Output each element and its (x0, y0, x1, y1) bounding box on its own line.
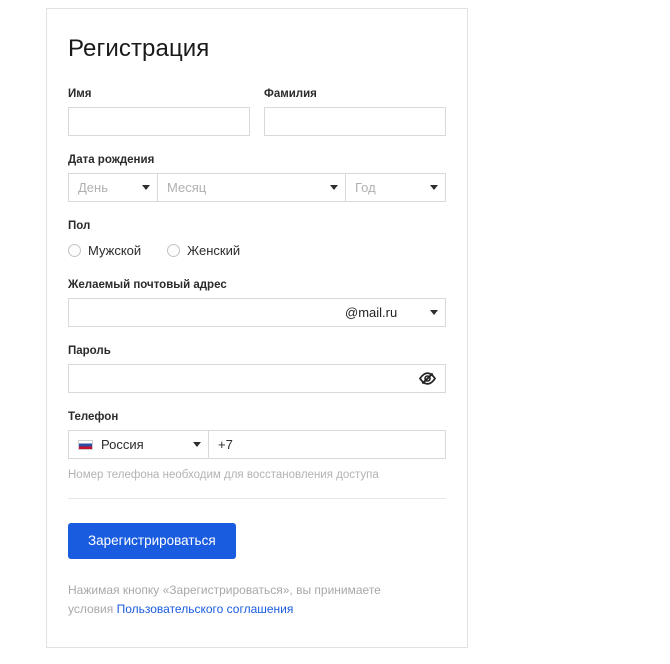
terms-link[interactable]: Пользовательского соглашения (117, 602, 294, 616)
email-domain-select[interactable]: @mail.ru (335, 299, 445, 326)
birth-year-value: Год (355, 180, 376, 195)
first-name-input[interactable] (68, 107, 250, 136)
email-row: @mail.ru (68, 298, 446, 327)
registration-card: Регистрация Имя Фамилия Дата рождения Де… (46, 8, 468, 648)
country-select[interactable]: Россия (69, 431, 209, 458)
registration-form: Регистрация Имя Фамилия Дата рождения Де… (47, 9, 467, 499)
gender-option-male[interactable]: Мужской (68, 243, 141, 258)
russia-flag-icon (78, 439, 93, 450)
chevron-down-icon (430, 185, 438, 190)
gender-option-male-label: Мужской (88, 242, 142, 258)
registration-page: Регистрация Имя Фамилия Дата рождения Де… (0, 0, 670, 664)
phone-field: Телефон Россия +7 Номер телефона необход… (68, 410, 446, 483)
gender-options: Мужской Женский (68, 239, 446, 261)
password-label: Пароль (68, 345, 111, 357)
last-name-field: Фамилия (264, 87, 446, 136)
gender-field: Пол Мужской Женский (68, 219, 446, 261)
birth-year-select[interactable]: Год (346, 174, 445, 201)
last-name-input[interactable] (264, 107, 446, 136)
email-label: Желаемый почтовый адрес (68, 279, 227, 291)
birth-day-value: День (78, 180, 108, 195)
country-name: Россия (101, 437, 144, 452)
name-row: Имя Фамилия (68, 87, 446, 136)
gender-option-female[interactable]: Женский (167, 243, 240, 258)
password-input[interactable] (69, 365, 418, 392)
radio-icon (167, 243, 181, 257)
birth-date-label: Дата рождения (68, 154, 155, 166)
email-field: Желаемый почтовый адрес @mail.ru (68, 278, 446, 327)
chevron-down-icon (193, 442, 201, 447)
first-name-label: Имя (68, 88, 92, 100)
terms-text: Нажимая кнопку «Зарегистрироваться», вы … (68, 581, 418, 619)
registration-footer: Зарегистрироваться Нажимая кнопку «Зарег… (47, 499, 467, 619)
chevron-down-icon (142, 185, 150, 190)
gender-label: Пол (68, 220, 91, 232)
chevron-down-icon (430, 310, 438, 315)
password-field: Пароль (68, 344, 446, 393)
first-name-field: Имя (68, 87, 250, 136)
birth-day-select[interactable]: День (69, 174, 158, 201)
birth-date-row: День Месяц Год (68, 173, 446, 202)
phone-label: Телефон (68, 411, 119, 423)
phone-hint: Номер телефона необходим для восстановле… (68, 469, 379, 481)
birth-month-select[interactable]: Месяц (158, 174, 346, 201)
radio-icon (68, 243, 81, 257)
submit-button[interactable]: Зарегистрироваться (68, 523, 236, 559)
gender-option-female-label: Женский (187, 242, 241, 258)
page-title: Регистрация (68, 35, 210, 62)
email-domain-value: @mail.ru (345, 305, 398, 320)
phone-row: Россия +7 (68, 430, 446, 459)
chevron-down-icon (330, 185, 338, 190)
phone-number-input[interactable]: +7 (209, 431, 445, 458)
eye-slash-icon[interactable] (418, 371, 437, 386)
password-row (68, 364, 446, 393)
last-name-label: Фамилия (264, 88, 317, 100)
email-input[interactable] (69, 299, 335, 326)
birth-month-value: Месяц (167, 180, 207, 195)
birth-date-field: Дата рождения День Месяц Год (68, 153, 446, 202)
